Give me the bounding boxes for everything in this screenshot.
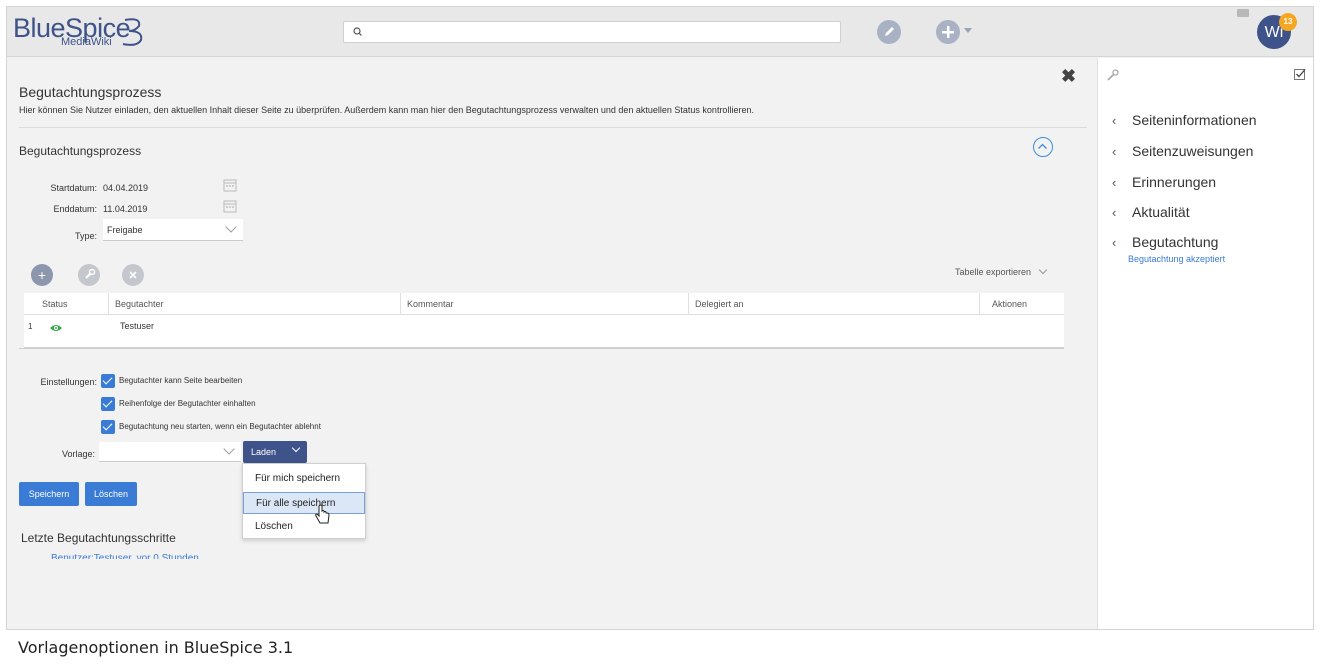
remove-reviewer-button[interactable] — [122, 264, 144, 286]
page-title: Begutachtungsprozess — [19, 84, 162, 100]
edit-page-button[interactable] — [877, 20, 901, 44]
sidebar-item-label: Seitenzuweisungen — [1132, 143, 1254, 159]
sidebar-item-label: Aktualität — [1132, 204, 1190, 220]
chevron-down-icon — [225, 221, 237, 233]
checkbox[interactable] — [101, 420, 115, 434]
sidebar-item-label: Erinnerungen — [1132, 174, 1217, 190]
page-description: Hier können Sie Nutzer einladen, den akt… — [19, 105, 754, 115]
sidebar-item-label: Seiteninformationen — [1132, 112, 1257, 128]
search-icon — [353, 27, 362, 36]
chevron-left-icon: ‹ — [1112, 175, 1117, 190]
logo-three-icon — [122, 18, 143, 46]
notification-badge: 13 — [1279, 13, 1297, 31]
wrench-icon[interactable] — [1106, 68, 1120, 82]
wrench-button[interactable] — [78, 264, 100, 286]
last-steps-link[interactable]: Benutzer:Testuser, vor 0 Stunden — [51, 553, 199, 559]
start-date-field[interactable]: 04.04.2019 — [103, 183, 148, 193]
sidebar-item-reminders[interactable]: ‹ Erinnerungen — [1112, 174, 1216, 190]
end-date-label: Enddatum: — [53, 204, 97, 214]
image-caption: Vorlagenoptionen in BlueSpice 3.1 — [18, 638, 294, 657]
sidebar-item-label: Begutachtung — [1132, 234, 1219, 250]
menu-item-delete[interactable]: Löschen — [243, 516, 365, 538]
column-header[interactable]: Begutachter — [108, 293, 398, 315]
checkbox-label: Begutachtung neu starten, wenn ein Begut… — [119, 422, 321, 431]
sidebar-item-page-info[interactable]: ‹ Seiteninformationen — [1112, 112, 1257, 128]
reviewer-name: Testuser — [120, 321, 155, 331]
bluespice-logo[interactable]: BlueSpice MediaWiki — [13, 13, 153, 53]
chevron-left-icon: ‹ — [1112, 235, 1117, 250]
menu-item-save-for-all[interactable]: Für alle speichern — [243, 492, 365, 514]
screenshot-frame: BlueSpice MediaWiki Wi 13 ✖ Begutachtung… — [6, 6, 1314, 630]
column-header[interactable]: Aktionen — [979, 293, 1064, 315]
table-header: Status Begutachter Kommentar Delegiert a… — [24, 293, 1064, 315]
chevron-left-icon: ‹ — [1112, 113, 1117, 128]
delete-button[interactable]: Löschen — [85, 482, 137, 506]
chevron-up-icon — [1038, 143, 1047, 149]
divider — [19, 127, 1087, 128]
hand-cursor-icon — [315, 504, 330, 524]
reviewer-table: Status Begutachter Kommentar Delegiert a… — [24, 293, 1064, 348]
checkbox[interactable] — [101, 374, 115, 388]
eye-icon — [50, 325, 62, 331]
close-icon[interactable]: ✖ — [1061, 66, 1076, 87]
calendar-icon[interactable] — [223, 199, 237, 213]
row-number: 1 — [28, 322, 33, 331]
calendar-icon[interactable] — [223, 178, 237, 192]
divider — [19, 348, 1064, 349]
checkbox-label: Reihenfolge der Begutachter einhalten — [119, 399, 256, 408]
top-bar: BlueSpice MediaWiki Wi 13 — [7, 7, 1313, 57]
sidebar-item-review[interactable]: ‹ Begutachtung — [1112, 234, 1218, 250]
search-input[interactable] — [343, 21, 841, 43]
wrench-icon — [85, 268, 96, 279]
plus-icon — [942, 26, 954, 38]
column-header[interactable]: Status — [36, 293, 96, 315]
chevron-down-icon — [1038, 265, 1047, 275]
start-date-label: Startdatum: — [50, 183, 97, 193]
close-icon — [129, 271, 137, 279]
checkbox-icon[interactable] — [1294, 68, 1306, 80]
table-row[interactable]: 1 Testuser — [24, 315, 1064, 337]
section-title: Begutachtungsprozess — [19, 144, 142, 158]
chevron-down-icon — [223, 443, 235, 455]
column-header[interactable]: Kommentar — [400, 293, 688, 315]
export-table-label: Tabelle exportieren — [955, 267, 1032, 277]
review-status-link[interactable]: Begutachtung akzeptiert — [1128, 254, 1225, 264]
collapse-up-icon[interactable] — [1033, 137, 1053, 157]
template-select[interactable] — [99, 442, 241, 462]
load-button-label: Laden — [251, 447, 277, 457]
logo-subtext: MediaWiki — [61, 36, 112, 48]
pencil-icon — [885, 27, 894, 36]
add-reviewer-button[interactable]: + — [31, 264, 53, 286]
new-content-button[interactable] — [936, 20, 960, 44]
type-select[interactable]: Freigabe — [103, 219, 243, 241]
settings-label: Einstellungen: — [40, 377, 97, 387]
checkbox-label: Begutachter kann Seite bearbeiten — [119, 376, 243, 385]
menu-item-save-for-me[interactable]: Für mich speichern — [243, 468, 365, 490]
type-select-value: Freigabe — [107, 225, 143, 235]
end-date-field[interactable]: 11.04.2019 — [103, 204, 147, 214]
chevron-left-icon: ‹ — [1112, 144, 1117, 159]
export-table-menu[interactable]: Tabelle exportieren — [955, 265, 1047, 277]
type-label: Type: — [74, 231, 97, 241]
sidebar-item-expiry[interactable]: ‹ Aktualität — [1112, 204, 1190, 220]
template-options-menu: Für mich speichern Für alle speichern Lö… — [242, 463, 366, 539]
load-template-button[interactable]: Laden — [243, 441, 307, 463]
notification-icon[interactable] — [1237, 9, 1249, 17]
checkbox[interactable] — [101, 397, 115, 411]
chevron-left-icon: ‹ — [1112, 205, 1117, 220]
right-sidebar: ‹ Seiteninformationen ‹ Seitenzuweisungen … — [1097, 58, 1313, 629]
chevron-down-icon[interactable] — [964, 28, 972, 33]
main-content: ✖ Begutachtungsprozess Hier können Sie N… — [7, 58, 1096, 629]
save-button[interactable]: Speichern — [19, 482, 79, 506]
sidebar-item-page-assignments[interactable]: ‹ Seitenzuweisungen — [1112, 143, 1253, 159]
template-label: Vorlage: — [61, 449, 95, 459]
last-steps-title: Letzte Begutachtungsschritte — [21, 531, 176, 545]
chevron-down-icon — [291, 443, 301, 453]
column-header[interactable]: Delegiert an — [688, 293, 978, 315]
